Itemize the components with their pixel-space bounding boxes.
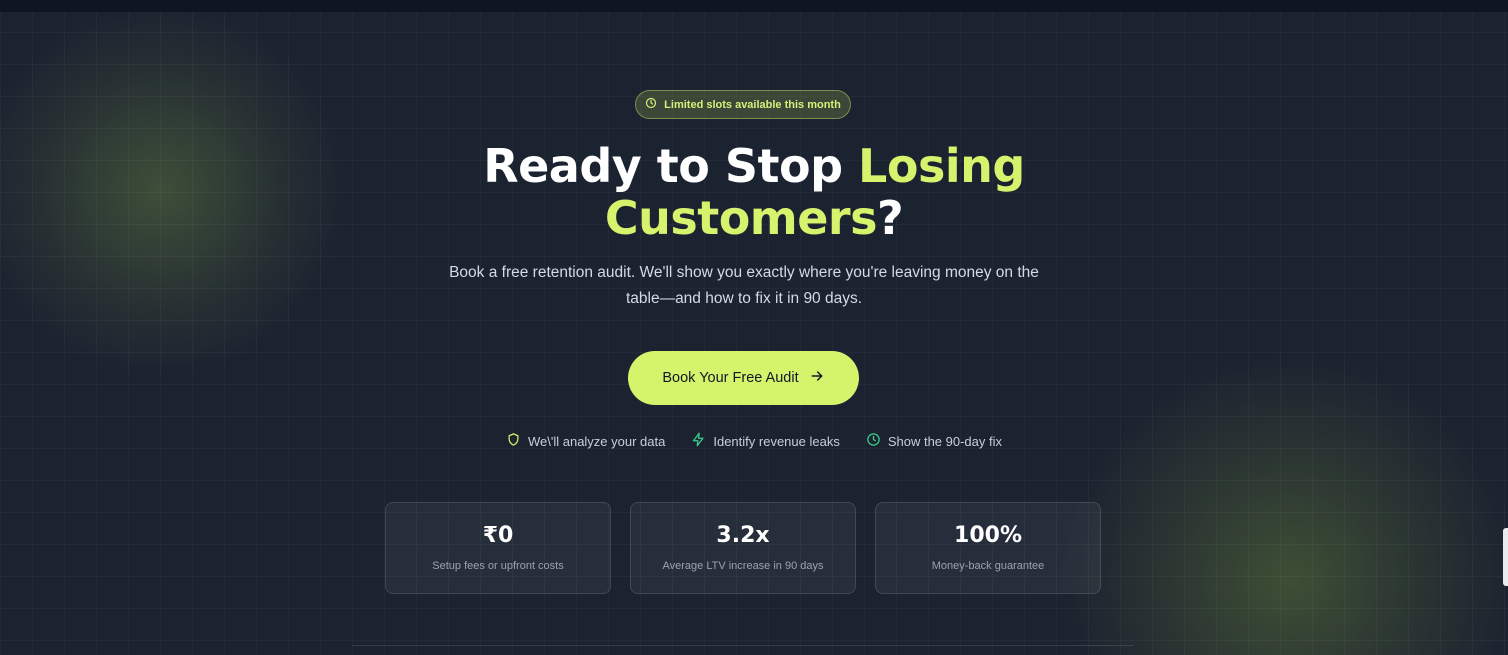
stats-row: ₹0 Setup fees or upfront costs 3.2x Aver…	[385, 502, 1102, 594]
stat-label: Average LTV increase in 90 days	[662, 560, 824, 572]
limited-slots-badge: Limited slots available this month	[635, 90, 851, 119]
cta-section: Limited slots available this month Ready…	[0, 0, 1508, 655]
feature-label: We\'ll analyze your data	[527, 433, 666, 449]
badge-label: Limited slots available this month	[664, 98, 841, 111]
feature-item-fix: Show the 90-day fix	[866, 431, 1002, 451]
section-divider	[352, 645, 1134, 646]
title-accent-1: Losing	[858, 139, 1025, 193]
subtitle: Book a free retention audit. We'll show …	[449, 264, 1039, 307]
arrow-right-icon	[809, 368, 825, 388]
title-part-2: ?	[877, 191, 904, 245]
title-part-1: Ready to Stop	[483, 139, 859, 193]
feature-label: Identify revenue leaks	[713, 433, 840, 449]
stat-value: ₹0	[482, 523, 514, 548]
stat-label: Money-back guarantee	[931, 560, 1045, 572]
feature-item-analyze: We\'ll analyze your data	[506, 431, 665, 451]
stat-label: Setup fees or upfront costs	[432, 560, 564, 572]
book-audit-button[interactable]: Book Your Free Audit	[628, 351, 859, 405]
clock-icon	[645, 97, 657, 112]
stat-card-setup: ₹0 Setup fees or upfront costs	[385, 502, 611, 594]
feature-list: We\'ll analyze your data Identify revenu…	[0, 431, 1508, 451]
clock-icon	[866, 432, 881, 450]
lightning-icon	[691, 432, 706, 450]
page-title: Ready to Stop Losing Customers?	[0, 140, 1508, 244]
feature-label: Show the 90-day fix	[887, 433, 1003, 449]
scrollbar-handle[interactable]	[1503, 528, 1508, 586]
cta-label: Book Your Free Audit	[662, 370, 799, 386]
stat-value: 3.2x	[716, 523, 770, 548]
feature-item-leaks: Identify revenue leaks	[691, 431, 840, 451]
shield-icon	[506, 432, 521, 450]
content: Limited slots available this month Ready…	[0, 0, 1508, 655]
title-accent-2: Customers	[604, 191, 878, 245]
stat-value: 100%	[954, 523, 1022, 548]
stat-card-guarantee: 100% Money-back guarantee	[875, 502, 1101, 594]
stat-card-ltv: 3.2x Average LTV increase in 90 days	[630, 502, 856, 594]
